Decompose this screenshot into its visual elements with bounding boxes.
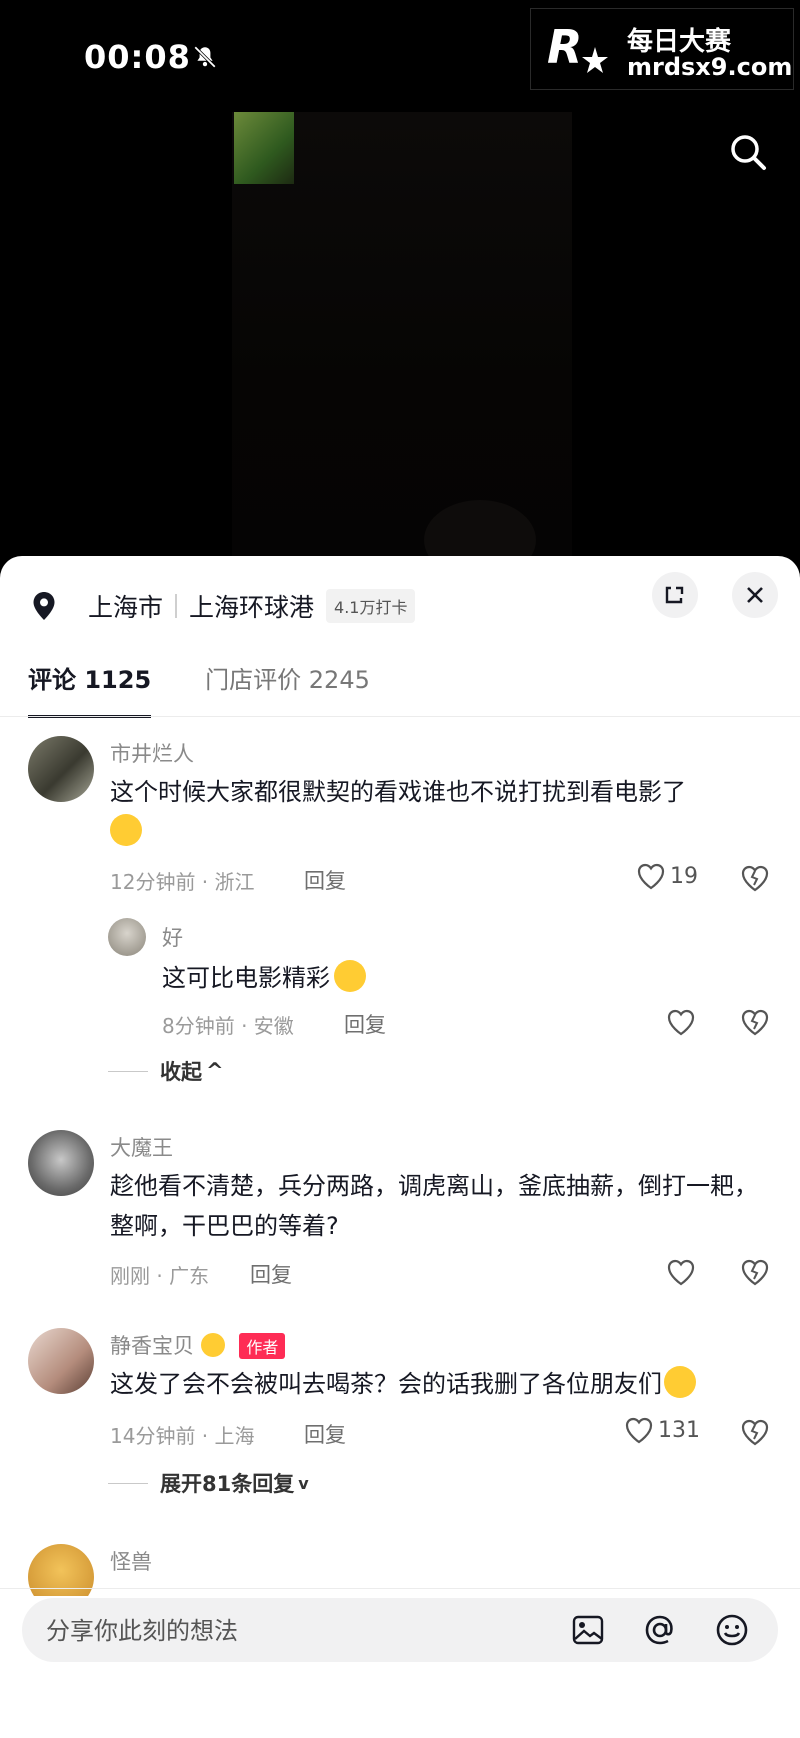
avatar[interactable] bbox=[28, 1130, 94, 1196]
input-divider bbox=[0, 1588, 800, 1589]
reply-button[interactable]: 回复 bbox=[304, 865, 346, 895]
expand-line bbox=[108, 1482, 148, 1484]
collapse-line bbox=[108, 1070, 148, 1072]
tabs-divider bbox=[0, 716, 800, 717]
comment-text: 这个时候大家都很默契的看戏谁也不说打扰到看电影了 bbox=[110, 772, 770, 852]
comment-text-body: 这可比电影精彩 bbox=[162, 964, 330, 992]
location-city: 上海市 bbox=[88, 593, 164, 622]
svg-text:R: R bbox=[547, 20, 582, 74]
video-screen-light bbox=[234, 112, 294, 184]
comment-author[interactable]: 大魔王 bbox=[110, 1132, 173, 1162]
comment-meta: 刚刚 · 广东 bbox=[110, 1264, 210, 1288]
heart-icon bbox=[625, 1417, 653, 1444]
comment-input-bar bbox=[22, 1598, 778, 1662]
dislike-icon[interactable] bbox=[740, 1008, 770, 1036]
like-button[interactable]: 19 bbox=[636, 862, 698, 890]
dislike-icon[interactable] bbox=[740, 1418, 770, 1446]
reply-button[interactable]: 回复 bbox=[250, 1259, 292, 1289]
comment-meta: 14分钟前 · 上海 bbox=[110, 1424, 255, 1448]
reply-button[interactable]: 回复 bbox=[344, 1009, 386, 1039]
search-icon[interactable] bbox=[726, 130, 770, 174]
like-count: 19 bbox=[670, 863, 698, 889]
expand-label: 展开81条回复 bbox=[160, 1472, 295, 1496]
checkin-count: 4.1万打卡 bbox=[326, 589, 416, 623]
chevron-up-icon: ^ bbox=[206, 1059, 224, 1083]
heart-icon[interactable] bbox=[666, 1008, 696, 1036]
tab-store-reviews[interactable]: 门店评价 2245 bbox=[205, 660, 370, 718]
comment-author[interactable]: 好 bbox=[162, 922, 183, 952]
comment-input[interactable] bbox=[44, 1610, 548, 1652]
close-button[interactable] bbox=[732, 572, 778, 618]
grin-emoji-icon bbox=[334, 960, 366, 992]
expand-button[interactable] bbox=[652, 572, 698, 618]
comment-author[interactable]: 怪兽 bbox=[110, 1546, 152, 1576]
status-time: 00:08 bbox=[84, 38, 191, 76]
crying-emoji-icon bbox=[664, 1366, 696, 1398]
comment-text-body: 这发了会不会被叫去喝茶？会的话我删了各位朋友们 bbox=[110, 1370, 662, 1398]
comment-text: 这发了会不会被叫去喝茶？会的话我删了各位朋友们 bbox=[110, 1364, 790, 1404]
avatar[interactable] bbox=[108, 918, 146, 956]
dislike-icon[interactable] bbox=[740, 1258, 770, 1286]
comment-meta: 8分钟前 · 安徽 bbox=[162, 1014, 294, 1038]
reply-button[interactable]: 回复 bbox=[304, 1419, 346, 1449]
heart-icon[interactable] bbox=[666, 1258, 696, 1286]
laugh-cry-emoji-icon bbox=[110, 814, 142, 846]
author-badge: 作者 bbox=[239, 1333, 286, 1359]
video-silhouette bbox=[424, 500, 536, 560]
comment-tabs: 评论 1125 门店评价 2245 bbox=[28, 660, 370, 718]
expand-replies-button[interactable]: 展开81条回复 v bbox=[108, 1468, 309, 1498]
comment-sheet: 上海市 上海环球港 4.1万打卡 评论 1125 门店评价 2245 市井烂人 … bbox=[0, 556, 800, 1738]
comment-text: 趁他看不清楚，兵分两路，调虎离山，釜底抽薪，倒打一耙，整啊，干巴巴的等着? bbox=[110, 1172, 758, 1240]
expand-icon bbox=[665, 586, 684, 604]
location-place: 上海环球港 bbox=[189, 593, 315, 622]
collapse-label: 收起 bbox=[160, 1060, 202, 1084]
like-count: 131 bbox=[658, 1417, 700, 1443]
watermark: R 每日大赛 mrdsx9.com bbox=[530, 8, 794, 90]
mute-icon bbox=[194, 46, 216, 68]
comment-text-body: 这个时候大家都很默契的看戏谁也不说打扰到看电影了 bbox=[110, 778, 686, 806]
image-icon[interactable] bbox=[570, 1612, 606, 1648]
watermark-logo: R bbox=[547, 20, 608, 74]
mention-icon[interactable] bbox=[642, 1612, 678, 1648]
comment-meta: 12分钟前 · 浙江 bbox=[110, 870, 255, 894]
tab-comments[interactable]: 评论 1125 bbox=[28, 660, 152, 718]
location-pin-icon bbox=[33, 592, 55, 620]
comment-text: 这可比电影精彩 bbox=[162, 958, 762, 998]
like-button[interactable]: 131 bbox=[624, 1416, 700, 1444]
avatar[interactable] bbox=[28, 1328, 94, 1394]
avatar[interactable] bbox=[28, 736, 94, 802]
location-row[interactable]: 上海市 上海环球港 4.1万打卡 bbox=[30, 578, 416, 634]
comment-author[interactable]: 静香宝贝 作者 bbox=[110, 1330, 286, 1360]
location-separator bbox=[175, 594, 178, 618]
comment-author[interactable]: 市井烂人 bbox=[110, 738, 194, 768]
dislike-icon[interactable] bbox=[740, 864, 770, 892]
close-icon bbox=[747, 587, 763, 603]
watermark-url: mrdsx9.com bbox=[627, 53, 793, 81]
collapse-replies-button[interactable]: 收起 ^ bbox=[108, 1056, 224, 1086]
comment-author-name: 静香宝贝 bbox=[110, 1334, 194, 1358]
sunglasses-emoji-icon bbox=[200, 1333, 225, 1357]
heart-icon bbox=[637, 863, 665, 890]
chevron-down-icon: v bbox=[298, 1473, 309, 1493]
emoji-icon[interactable] bbox=[714, 1612, 750, 1648]
